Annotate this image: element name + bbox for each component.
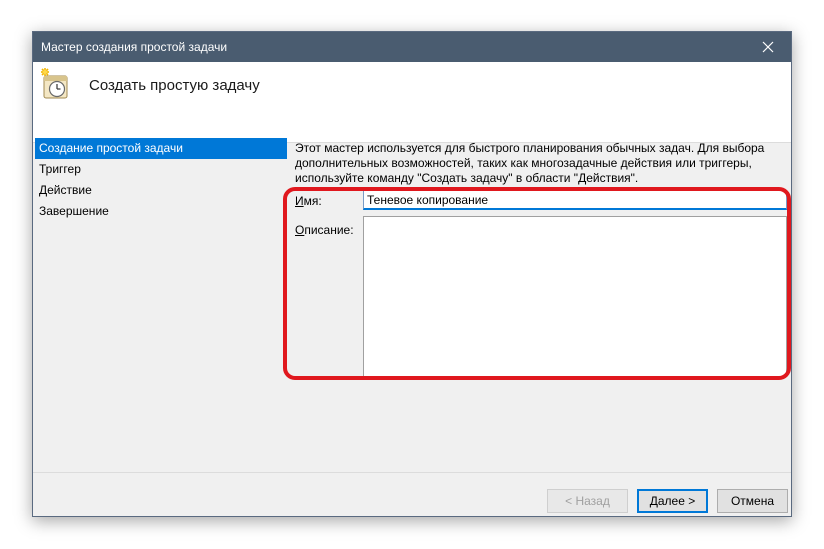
- header-title: Создать простую задачу: [89, 77, 260, 94]
- task-scheduler-clock-icon: [41, 68, 68, 99]
- name-label: Имя:: [295, 194, 322, 208]
- wizard-description: Этот мастер используется для быстрого пл…: [295, 141, 787, 186]
- close-button[interactable]: [745, 32, 791, 62]
- description-line: Этот мастер используется для быстрого пл…: [295, 141, 765, 155]
- sidebar-item-trigger[interactable]: Триггер: [35, 159, 287, 180]
- wizard-header: Создать простую задачу: [33, 62, 791, 142]
- cancel-button[interactable]: Отмена: [717, 489, 788, 513]
- wizard-steps-sidebar: Создание простой задачи Триггер Действие…: [35, 138, 287, 222]
- sidebar-item-action[interactable]: Действие: [35, 180, 287, 201]
- next-button[interactable]: Далее >: [637, 489, 708, 513]
- footer-divider: [33, 472, 791, 473]
- name-input[interactable]: [363, 190, 787, 210]
- wizard-window: Мастер создания простой задачи Создать п…: [32, 31, 792, 517]
- sidebar-item-finish[interactable]: Завершение: [35, 201, 287, 222]
- wizard-content: Этот мастер используется для быстрого пл…: [291, 141, 787, 186]
- description-line: используйте команду "Создать задачу" в о…: [295, 171, 639, 185]
- close-icon: [762, 41, 774, 53]
- sidebar-item-create-task[interactable]: Создание простой задачи: [35, 138, 287, 159]
- description-line: дополнительных возможностей, таких как м…: [295, 156, 752, 170]
- title-bar[interactable]: Мастер создания простой задачи: [33, 32, 791, 62]
- back-button[interactable]: < Назад: [547, 489, 628, 513]
- description-textarea[interactable]: [363, 216, 787, 377]
- window-title: Мастер создания простой задачи: [41, 40, 228, 54]
- description-label: Описание:: [295, 223, 354, 237]
